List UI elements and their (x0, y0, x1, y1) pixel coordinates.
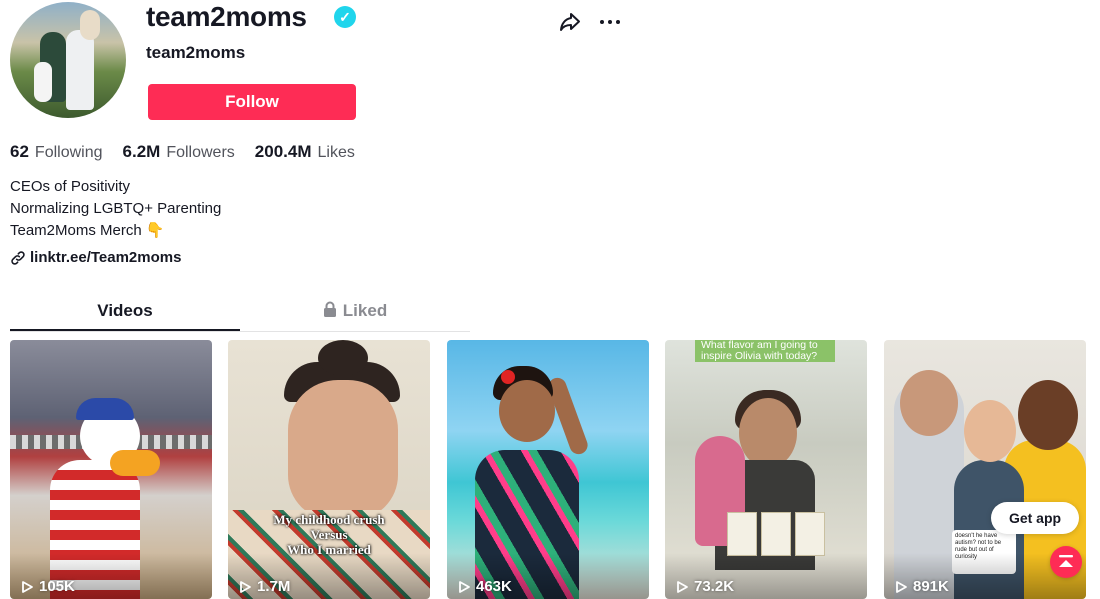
video-thumbnail-detail (739, 398, 797, 468)
tab-liked[interactable]: Liked (240, 296, 470, 331)
more-icon[interactable] (598, 10, 622, 34)
followers-count: 6.2M (122, 142, 161, 161)
video-thumbnail-detail (1018, 380, 1078, 450)
get-app-button[interactable]: Get app (991, 502, 1079, 534)
bio-line: CEOs of Positivity (10, 178, 131, 195)
likes-label: Likes (317, 144, 355, 161)
tab-label: Videos (97, 301, 153, 320)
share-icon[interactable] (558, 10, 582, 34)
video-grid: 105K My childhood crush Versus Who I mar… (10, 340, 1086, 599)
video-thumbnail-detail (110, 450, 160, 476)
video-thumbnail-detail (288, 380, 398, 520)
likes-count: 200.4M (254, 142, 312, 161)
video-thumbnail-detail (318, 340, 368, 376)
caption-line: Versus (310, 527, 348, 542)
video-thumbnail-detail (727, 512, 757, 556)
video-thumbnail-detail (76, 398, 134, 420)
play-icon (459, 580, 470, 593)
stat-following[interactable]: 62 Following (10, 142, 103, 162)
following-label: Following (34, 144, 103, 161)
video-views: 105K (20, 578, 75, 595)
follow-button[interactable]: Follow (148, 84, 356, 120)
profile-stats: 62 Following 6.2M Followers 200.4M Likes (10, 142, 355, 162)
view-count: 891K (913, 578, 949, 595)
followers-label: Followers (166, 144, 235, 161)
tab-label: Liked (342, 301, 388, 320)
avatar-figure (66, 30, 94, 110)
avatar-figure (80, 10, 100, 40)
video-banner: What flavor am I going to inspire Olivia… (695, 340, 835, 362)
profile-tabs: Videos Liked (10, 296, 470, 332)
profile-username: team2moms (146, 1, 307, 32)
play-icon (896, 580, 907, 593)
stat-followers[interactable]: 6.2M Followers (123, 142, 235, 162)
avatar-figure (34, 62, 52, 102)
bio-link-text: linktr.ee/Team2moms (30, 249, 182, 266)
video-views: 463K (457, 578, 512, 595)
video-thumbnail-detail (795, 512, 825, 556)
profile-nickname: team2moms (146, 43, 246, 62)
verified-icon: ✓ (334, 6, 356, 28)
profile-bio: CEOs of Positivity Normalizing LGBTQ+ Pa… (10, 176, 221, 242)
view-count: 105K (39, 578, 75, 595)
video-card[interactable]: 463K (447, 340, 649, 599)
view-count: 1.7M (257, 578, 291, 595)
bio-line: Team2Moms Merch 👇 (10, 222, 165, 239)
view-count: 463K (476, 578, 512, 595)
bio-line: Normalizing LGBTQ+ Parenting (10, 200, 222, 217)
video-views: 1.7M (238, 578, 290, 595)
video-thumbnail-detail (964, 400, 1016, 462)
play-icon (240, 580, 251, 593)
play-icon (677, 580, 688, 593)
lock-icon (323, 301, 336, 317)
view-count: 73.2K (694, 578, 735, 595)
video-thumbnail-detail (761, 512, 791, 556)
caption-line: My childhood crush (273, 512, 385, 527)
video-card[interactable]: My childhood crush Versus Who I married … (228, 340, 430, 599)
video-caption: My childhood crush Versus Who I married (228, 512, 430, 557)
video-views: 73.2K (675, 578, 734, 595)
avatar[interactable] (10, 2, 126, 118)
stat-likes: 200.4M Likes (255, 142, 355, 162)
video-thumbnail-detail (499, 380, 555, 442)
scroll-top-button[interactable] (1050, 546, 1082, 578)
tab-videos[interactable]: Videos (10, 296, 240, 331)
video-card[interactable]: 105K (10, 340, 212, 599)
scroll-top-icon (1059, 555, 1073, 567)
video-views: 891K (894, 578, 949, 595)
bio-link[interactable]: linktr.ee/Team2moms (10, 249, 181, 266)
video-thumbnail-detail (501, 370, 515, 384)
link-icon (11, 250, 25, 265)
play-icon (22, 580, 33, 593)
video-card[interactable]: What flavor am I going to inspire Olivia… (665, 340, 867, 599)
following-count: 62 (10, 142, 29, 161)
video-thumbnail-detail (900, 370, 958, 436)
